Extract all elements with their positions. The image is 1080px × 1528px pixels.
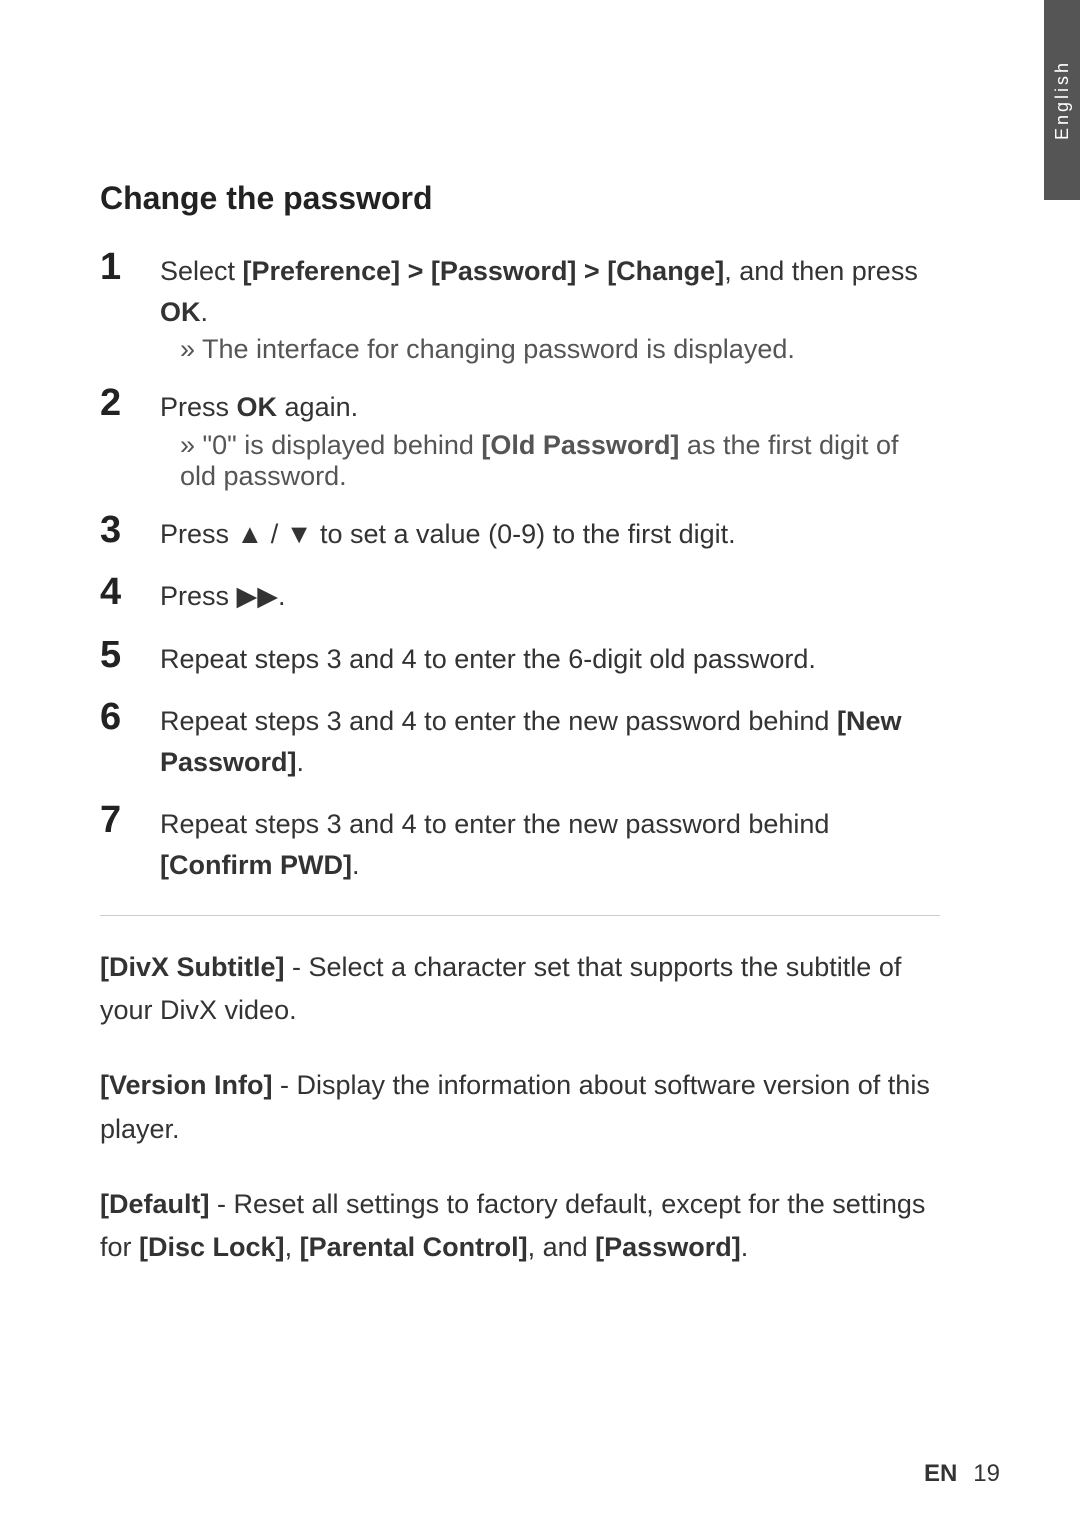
section-divider [100,915,940,916]
step-content-7: Repeat steps 3 and 4 to enter the new pa… [160,800,940,885]
step-main-5: Repeat steps 3 and 4 to enter the 6-digi… [160,639,940,680]
page-container: English Change the password 1 Select [Pr… [0,0,1080,1528]
info-divx-bold: [DivX Subtitle] [100,952,285,982]
info-default-c1: , [285,1232,300,1262]
step1-end: . [201,297,209,327]
step6-before: Repeat steps 3 and 4 to enter the new pa… [160,706,837,736]
footer: EN 19 [924,1460,1000,1488]
info-line-version: [Version Info] - Display the information… [100,1064,940,1150]
step7-before: Repeat steps 3 and 4 to enter the new pa… [160,809,829,839]
step-row: 5 Repeat steps 3 and 4 to enter the 6-di… [100,635,940,680]
main-content: Change the password 1 Select [Preference… [80,60,1000,1269]
step-main-6: Repeat steps 3 and 4 to enter the new pa… [160,701,940,782]
step-content-1: Select [Preference] > [Password] > [Chan… [160,247,940,365]
step-number-4: 4 [100,572,160,614]
step-sub-1: The interface for changing password is d… [160,334,940,365]
step-row: 3 Press ▲ / ▼ to set a value (0-9) to th… [100,510,940,555]
info-default-b3: [Password] [595,1232,741,1262]
section-title: Change the password [100,180,940,217]
step-content-2: Press OK again. "0" is displayed behind … [160,383,940,492]
step-row: 7 Repeat steps 3 and 4 to enter the new … [100,800,940,885]
step-number-2: 2 [100,383,160,425]
step1-before: Select [160,256,243,286]
step-row: 4 Press ▶▶. [100,572,940,617]
step7-bold: [Confirm PWD] [160,850,352,880]
step-row: 2 Press OK again. "0" is displayed behin… [100,383,940,492]
step-number-6: 6 [100,697,160,739]
info-default-bold: [Default] [100,1189,210,1219]
step4-text: Press ▶▶. [160,581,286,611]
step2-before: Press [160,392,237,422]
step-number-1: 1 [100,247,160,289]
info-section: [DivX Subtitle] - Select a character set… [100,946,940,1269]
info-default-b2: [Parental Control] [300,1232,528,1262]
side-tab-label: English [1052,60,1073,140]
footer-page: 19 [973,1460,1000,1488]
info-line-default: [Default] - Reset all settings to factor… [100,1183,940,1269]
step2-after: again. [277,392,358,422]
step2-sub-bold: [Old Password] [481,430,679,460]
step-main-3: Press ▲ / ▼ to set a value (0-9) to the … [160,514,940,555]
step-main-2: Press OK again. [160,387,940,428]
step-sub-2: "0" is displayed behind [Old Password] a… [160,430,940,492]
step7-after: . [352,850,360,880]
step5-text: Repeat steps 3 and 4 to enter the 6-digi… [160,644,816,674]
info-default-c2: , and [528,1232,596,1262]
step-main-1: Select [Preference] > [Password] > [Chan… [160,251,940,332]
footer-lang: EN [924,1460,957,1488]
step-content-5: Repeat steps 3 and 4 to enter the 6-digi… [160,635,940,680]
step-content-6: Repeat steps 3 and 4 to enter the new pa… [160,697,940,782]
step6-after: . [297,747,305,777]
info-default-end: . [741,1232,749,1262]
step3-text: Press ▲ / ▼ to set a value (0-9) to the … [160,519,736,549]
step-number-5: 5 [100,635,160,677]
step-number-7: 7 [100,800,160,842]
step1-middle: , and then press [724,256,918,286]
step-main-4: Press ▶▶. [160,576,940,617]
step-row: 6 Repeat steps 3 and 4 to enter the new … [100,697,940,782]
info-version-bold: [Version Info] [100,1070,273,1100]
step2-ok: OK [237,392,278,422]
step-content-4: Press ▶▶. [160,572,940,617]
step-content-3: Press ▲ / ▼ to set a value (0-9) to the … [160,510,940,555]
info-line-divx: [DivX Subtitle] - Select a character set… [100,946,940,1032]
step-main-7: Repeat steps 3 and 4 to enter the new pa… [160,804,940,885]
info-default-b1: [Disc Lock] [139,1232,285,1262]
steps-container: 1 Select [Preference] > [Password] > [Ch… [100,247,940,885]
step-row: 1 Select [Preference] > [Password] > [Ch… [100,247,940,365]
step1-bold: [Preference] > [Password] > [Change] [243,256,725,286]
step-number-3: 3 [100,510,160,552]
side-tab: English [1044,0,1080,200]
step1-ok: OK [160,297,201,327]
